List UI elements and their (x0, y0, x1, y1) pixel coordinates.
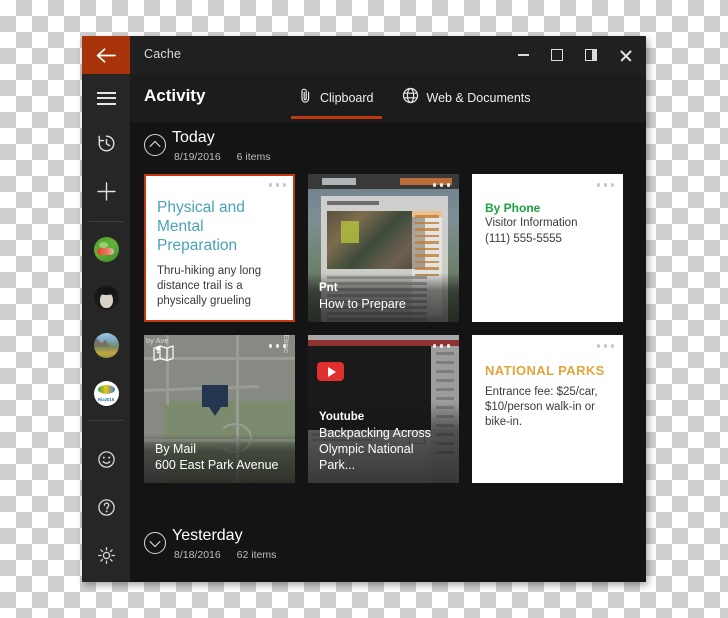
group-header-yesterday: Yesterday 8/18/2016 62 items (144, 520, 638, 572)
youtube-play-icon (317, 362, 344, 381)
activity-history-window: Cache Rio2016 Activity Clipboard Web & D… (82, 36, 646, 582)
group-yesterday-meta: 8/18/2016 62 items (174, 549, 276, 561)
card-overlay: By Mail 600 East Park Avenue (144, 434, 295, 483)
tab-web-documents-label: Web & Documents (426, 91, 531, 105)
group-yesterday-name: Yesterday (172, 527, 243, 544)
sidebar: Rio2016 (82, 74, 130, 582)
card-youtube-backpacking[interactable]: Youtube Backpacking Across Olympic Natio… (308, 335, 459, 483)
avatar-landscape-photo (93, 332, 119, 358)
sidebar-item-help[interactable] (82, 486, 130, 534)
maximize-button[interactable] (540, 36, 574, 74)
question-mark-icon (96, 497, 117, 523)
card-physical-mental-preparation[interactable]: Physical and Mental Preparation Thru-hik… (144, 174, 295, 322)
sidebar-avatar-4[interactable]: Rio2016 (82, 369, 130, 417)
globe-icon (402, 87, 419, 109)
map-icon (153, 344, 174, 366)
card-menu-icon[interactable] (268, 183, 286, 187)
title-bar: Cache (82, 36, 646, 74)
map-pin-icon (202, 385, 228, 416)
avatar-rio2016-label: Rio2016 (97, 396, 115, 402)
card-title: NATIONAL PARKS (485, 363, 605, 378)
card-menu-icon[interactable] (596, 344, 614, 348)
sidebar-divider (89, 221, 123, 222)
card-title: Backpacking Across Olympic National Park… (319, 426, 431, 472)
paperclip-icon (299, 87, 312, 109)
card-how-to-prepare[interactable]: Pnt How to Prepare (308, 174, 459, 322)
sidebar-menu-button[interactable] (82, 74, 130, 122)
group-today-date: 8/19/2016 (174, 151, 221, 163)
close-icon (619, 49, 632, 62)
hamburger-menu-icon (96, 88, 116, 108)
card-line-1: Visitor Information (485, 217, 578, 229)
gear-icon (96, 545, 117, 571)
back-button[interactable] (82, 36, 130, 74)
card-body: Entrance fee: $25/car, $10/person walk-i… (485, 386, 598, 428)
sidebar-item-feedback[interactable] (82, 438, 130, 486)
sidebar-avatar-2[interactable] (82, 273, 130, 321)
dock-right-button[interactable] (574, 36, 608, 74)
minimize-icon (517, 54, 529, 56)
card-source: Youtube (319, 411, 365, 423)
back-arrow-icon (96, 47, 116, 63)
window-controls (506, 36, 642, 74)
card-row-2: by Ave S Ebnic By Mail 600 East Park Ave… (144, 335, 646, 483)
card-source: By Mail (155, 442, 196, 456)
group-today-count: 6 items (236, 151, 271, 163)
sidebar-avatar-3[interactable] (82, 321, 130, 369)
card-menu-icon[interactable] (432, 344, 450, 348)
sidebar-divider-2 (89, 420, 123, 421)
card-line-2: (111) 555-5555 (485, 233, 562, 245)
history-clock-icon (96, 133, 117, 159)
smiley-face-icon (96, 449, 117, 475)
card-by-mail[interactable]: by Ave S Ebnic By Mail 600 East Park Ave… (144, 335, 295, 483)
card-by-phone[interactable]: By Phone Visitor Information (111) 555-5… (472, 174, 623, 322)
tab-bar: Clipboard Web & Documents (285, 74, 545, 122)
card-title: How to Prepare (319, 297, 406, 311)
maximize-icon (551, 49, 563, 61)
card-row-1: Physical and Mental Preparation Thru-hik… (144, 174, 646, 322)
card-menu-icon[interactable] (432, 183, 450, 187)
card-source: Pnt (319, 282, 338, 294)
plus-icon (96, 182, 116, 206)
card-menu-icon[interactable] (596, 183, 614, 187)
sidebar-item-add[interactable] (82, 170, 130, 218)
dock-right-icon (585, 49, 597, 61)
card-national-parks[interactable]: NATIONAL PARKS Entrance fee: $25/car, $1… (472, 335, 623, 483)
group-today-meta: 8/19/2016 6 items (174, 151, 270, 163)
window-title: Cache (144, 47, 182, 61)
tab-clipboard-label: Clipboard (320, 91, 374, 105)
close-button[interactable] (608, 36, 642, 74)
avatar-green-illustration (93, 236, 119, 262)
sidebar-item-history[interactable] (82, 122, 130, 170)
sidebar-item-settings[interactable] (82, 534, 130, 582)
sidebar-avatar-1[interactable] (82, 225, 130, 273)
tab-clipboard[interactable]: Clipboard (285, 74, 388, 122)
group-yesterday-count: 62 items (236, 549, 277, 561)
avatar-portrait-bw (93, 284, 119, 310)
chevron-down-icon[interactable] (144, 532, 166, 554)
card-grid: Physical and Mental Preparation Thru-hik… (130, 174, 646, 483)
card-menu-icon[interactable] (268, 344, 286, 348)
chevron-up-icon[interactable] (144, 134, 166, 156)
card-overlay: Youtube Backpacking Across Olympic Natio… (308, 402, 459, 483)
minimize-button[interactable] (506, 36, 540, 74)
card-body: Thru-hiking any long distance trail is a… (157, 265, 262, 307)
card-title: Physical and Mental Preparation (157, 199, 245, 254)
tab-web-documents[interactable]: Web & Documents (388, 74, 545, 122)
header-bar: Activity Clipboard Web & Documents (130, 74, 646, 122)
activity-content: Today 8/19/2016 6 items Physical and Men… (130, 122, 646, 582)
card-title: By Phone (485, 201, 541, 215)
group-yesterday-date: 8/18/2016 (174, 549, 221, 561)
group-header-today: Today 8/19/2016 6 items (130, 122, 646, 174)
card-title: 600 East Park Avenue (155, 458, 279, 472)
group-today-name: Today (172, 129, 215, 146)
avatar-rio2016: Rio2016 (93, 380, 119, 406)
sidebar-bottom-group (82, 438, 130, 582)
card-overlay: Pnt How to Prepare (308, 273, 459, 322)
page-title: Activity (144, 86, 206, 105)
